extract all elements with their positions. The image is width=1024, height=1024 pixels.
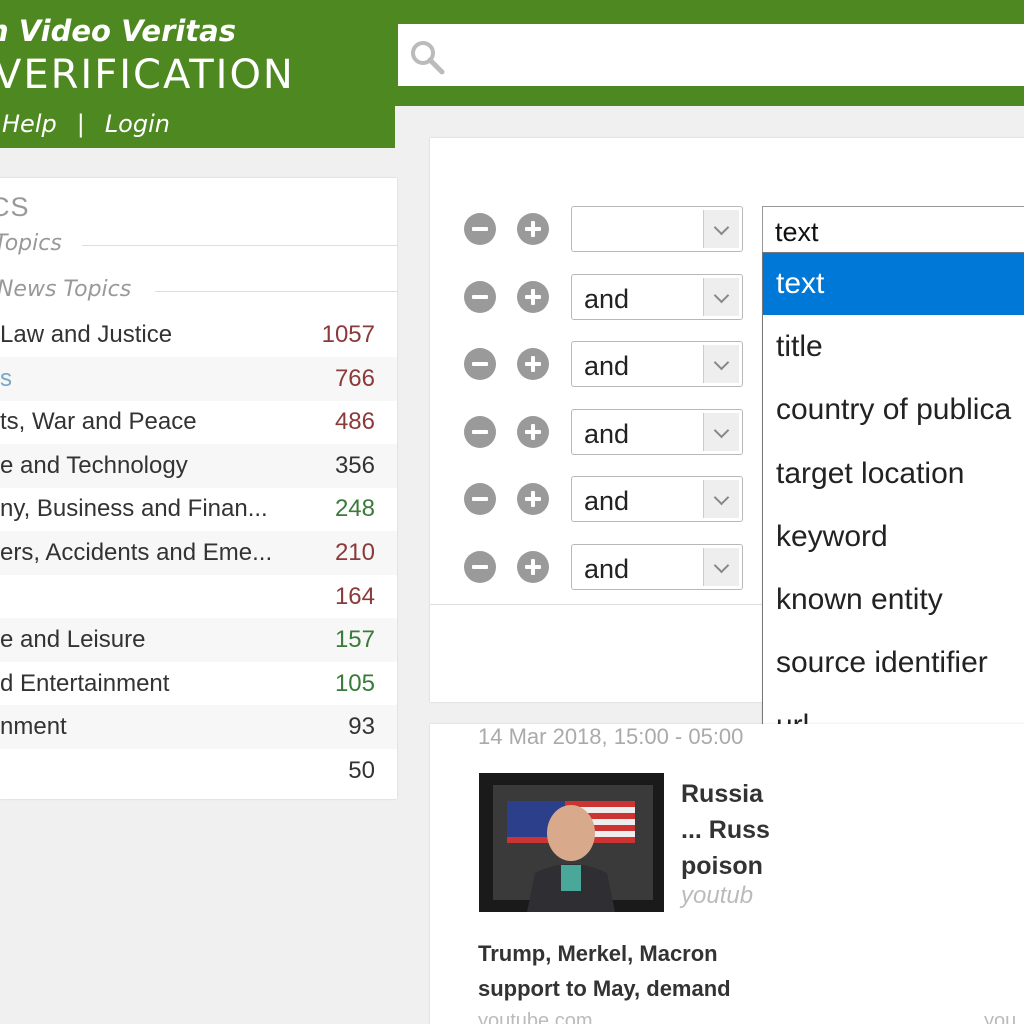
brand-header: n Video Veritas VERIFICATION Help | Login	[0, 0, 395, 148]
topic-label: e and Leisure	[0, 626, 146, 654]
video-title-line: poison	[681, 852, 763, 880]
topic-label: nment	[0, 713, 67, 741]
topic-count: 766	[334, 364, 375, 392]
operator-value: and	[584, 419, 630, 449]
topic-row[interactable]: ers, Accidents and Eme... 210	[0, 531, 397, 575]
dropdown-option[interactable]: keyword	[763, 506, 1024, 568]
video-title-line: ... Russ	[681, 816, 770, 844]
result-card: 14 Mar 2018, 15:00 - 05:00 Russia ... Ru…	[430, 724, 1024, 1024]
topic-count: 157	[334, 626, 375, 654]
topic-count: 50	[348, 757, 375, 784]
topic-row[interactable]: 50	[0, 749, 397, 793]
chevron-down-icon[interactable]	[703, 480, 739, 518]
operator-select[interactable]: and	[571, 341, 743, 387]
field-select-value: text	[775, 217, 819, 247]
topic-row[interactable]: 164	[0, 575, 397, 619]
field-select[interactable]: text	[762, 206, 1024, 254]
topics-subheading: Topics	[0, 231, 62, 256]
topic-count: 93	[348, 713, 375, 741]
topic-label: ers, Accidents and Eme...	[0, 539, 273, 566]
topic-label: d Entertainment	[0, 669, 170, 697]
remove-row-icon[interactable]	[464, 348, 496, 380]
brand-title: VERIFICATION	[0, 52, 295, 98]
operator-select[interactable]: and	[571, 274, 743, 320]
divider	[155, 291, 397, 292]
search-input[interactable]	[398, 24, 1024, 86]
dropdown-option[interactable]: known entity	[763, 569, 1024, 631]
operator-select[interactable]	[571, 206, 743, 252]
dropdown-option[interactable]: source identifier	[763, 632, 1024, 694]
topic-count: 210	[334, 539, 375, 566]
login-link[interactable]: Login	[105, 110, 170, 138]
topic-count: 248	[334, 495, 375, 523]
add-row-icon[interactable]	[517, 281, 549, 313]
topic-count: 486	[334, 408, 375, 436]
remove-row-icon[interactable]	[464, 213, 496, 245]
remove-row-icon[interactable]	[464, 551, 496, 583]
chevron-down-icon[interactable]	[703, 210, 739, 248]
headline-line: Trump, Merkel, Macron	[478, 941, 718, 966]
remove-row-icon[interactable]	[464, 483, 496, 515]
add-row-icon[interactable]	[517, 416, 549, 448]
dropdown-option[interactable]: country of publica	[763, 379, 1024, 441]
topic-row[interactable]: s 766	[0, 356, 397, 401]
topic-row[interactable]: ts, War and Peace 486	[0, 400, 397, 444]
chevron-down-icon[interactable]	[703, 548, 739, 586]
topic-label: ny, Business and Finan...	[0, 495, 268, 523]
topic-count: 1057	[321, 321, 375, 348]
chevron-down-icon[interactable]	[703, 278, 739, 316]
operator-value: and	[584, 486, 630, 516]
topic-row[interactable]: nment 93	[0, 705, 397, 750]
topic-row[interactable]: ny, Business and Finan... 248	[0, 487, 397, 531]
add-row-icon[interactable]	[517, 348, 549, 380]
remove-row-icon[interactable]	[464, 416, 496, 448]
topic-count: 164	[334, 582, 375, 610]
remove-row-icon[interactable]	[464, 281, 496, 313]
result-headline[interactable]: Trump, Merkel, Macron support to May, de…	[478, 936, 731, 1006]
result-source: you	[984, 1010, 1017, 1024]
video-title[interactable]: Russia ... Russ poison	[681, 776, 770, 884]
link-separator: |	[76, 110, 85, 138]
add-row-icon[interactable]	[517, 483, 549, 515]
search-icon	[411, 41, 445, 75]
video-thumbnail[interactable]	[479, 773, 664, 912]
topic-count: 356	[334, 451, 375, 479]
operator-select[interactable]: and	[571, 544, 743, 590]
topic-label: ts, War and Peace	[0, 408, 197, 436]
operator-value: and	[584, 284, 630, 314]
news-topics-subheading: g News Topics	[0, 277, 132, 302]
video-source: youtub	[681, 882, 754, 909]
topics-panel: CS Topics g News Topics Law and Justice 1…	[0, 178, 397, 799]
help-link[interactable]: Help	[2, 110, 57, 138]
topic-row[interactable]: e and Technology 356	[0, 443, 397, 488]
chevron-down-icon[interactable]	[703, 413, 739, 451]
divider	[82, 245, 397, 246]
topic-label: Law and Justice	[0, 321, 173, 348]
video-title-line: Russia	[681, 780, 763, 808]
thumbnail-image	[479, 773, 664, 912]
topic-row[interactable]: d Entertainment 105	[0, 662, 397, 706]
topic-label: e and Technology	[0, 451, 188, 479]
topic-label: s	[0, 364, 12, 392]
topic-row[interactable]: Law and Justice 1057	[0, 313, 397, 357]
add-row-icon[interactable]	[517, 551, 549, 583]
chevron-down-icon[interactable]	[703, 345, 739, 383]
topic-count: 105	[334, 669, 375, 697]
result-date: 14 Mar 2018, 15:00 - 05:00	[478, 724, 744, 749]
result-source: youtube.com	[478, 1010, 593, 1024]
topics-heading: CS	[0, 192, 30, 222]
headline-line: support to May, demand	[478, 976, 731, 1001]
dropdown-option[interactable]: title	[763, 316, 1024, 378]
operator-select[interactable]: and	[571, 476, 743, 522]
brand-tagline: n Video Veritas	[0, 14, 237, 48]
header-links: Help | Login	[2, 110, 170, 138]
operator-value: and	[584, 554, 630, 584]
topic-row[interactable]: e and Leisure 157	[0, 618, 397, 663]
operator-select[interactable]: and	[571, 409, 743, 455]
dropdown-option[interactable]: target location	[763, 443, 1024, 505]
dropdown-option[interactable]: text	[763, 253, 1024, 315]
operator-value: and	[584, 351, 630, 381]
add-row-icon[interactable]	[517, 213, 549, 245]
